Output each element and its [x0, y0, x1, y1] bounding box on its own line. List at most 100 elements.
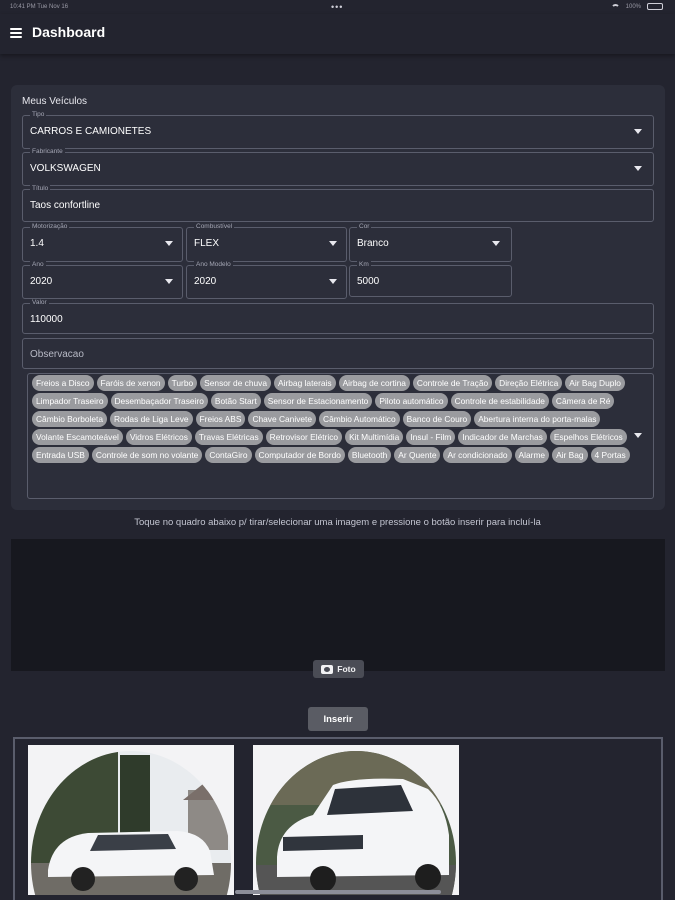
ano-select[interactable]: Ano 2020 [22, 261, 183, 299]
dropdown-arrow-icon [329, 279, 337, 284]
motorizacao-label: Motorização [30, 223, 70, 231]
option-chip: Freios ABS [195, 411, 246, 427]
fabricante-value: VOLKSWAGEN [30, 163, 101, 174]
option-chip: Abertura interna do porta-malas [474, 411, 601, 427]
combustivel-value: FLEX [194, 238, 220, 249]
observacao-input[interactable]: Observacao [22, 338, 654, 369]
option-chip: Turbo [167, 375, 198, 391]
option-chip: Kit Multimídia [345, 429, 404, 445]
option-chip: Controle de estabilidade [450, 393, 549, 409]
option-chip: ContaGiro [205, 447, 252, 463]
option-chip: Freios a Disco [32, 375, 94, 391]
option-chip: Câmbio Borboleta [32, 411, 108, 427]
valor-value: 110000 [30, 314, 63, 325]
inserir-button[interactable]: Inserir [308, 707, 368, 731]
observacao-placeholder: Observacao [30, 349, 84, 360]
cor-value: Branco [357, 238, 389, 249]
option-chip: Espelhos Elétricos [549, 429, 627, 445]
dropdown-arrow-icon [634, 129, 642, 134]
option-chip: Air Bag Duplo [565, 375, 625, 391]
fabricante-select[interactable]: Fabricante VOLKSWAGEN [22, 148, 654, 186]
titulo-value: Taos confortline [30, 200, 101, 211]
km-value: 5000 [357, 276, 380, 287]
option-chip: Vidros Elétricos [125, 429, 192, 445]
tipo-select[interactable]: Tipo CARROS E CAMIONETES [22, 111, 654, 149]
cor-label: Cor [357, 223, 372, 231]
option-chip: Travas Elétricas [194, 429, 263, 445]
status-time: 10:41 PM Tue Nov 16 [10, 4, 69, 10]
option-chip: Airbag laterais [274, 375, 336, 391]
image-gallery [13, 737, 663, 900]
dropdown-arrow-icon [492, 241, 500, 246]
option-chip: Bluetooth [347, 447, 392, 463]
camera-icon [321, 664, 334, 674]
option-chip: Piloto automático [375, 393, 448, 409]
option-chip: Desembaçador Traseiro [110, 393, 208, 409]
vehicle-photo-2 [253, 745, 459, 895]
section-title: Meus Veículos [22, 96, 88, 107]
wifi-icon [610, 3, 620, 10]
cor-select[interactable]: Cor Branco [349, 223, 512, 262]
option-chip: 4 Portas [590, 447, 630, 463]
option-chip: Retrovisor Elétrico [265, 429, 343, 445]
option-chip: Sensor de chuva [200, 375, 272, 391]
option-chip: Volante Escamoteável [32, 429, 123, 445]
image-hint-text: Toque no quadro abaixo p/ tirar/selecion… [134, 517, 541, 528]
vehicle-thumbnail[interactable] [253, 745, 459, 895]
battery-icon [647, 3, 663, 10]
dropdown-arrow-icon [329, 241, 337, 246]
dropdown-arrow-icon [165, 241, 173, 246]
ano-value: 2020 [30, 276, 53, 287]
option-chip: Controle de Tração [412, 375, 493, 391]
battery-percent: 100% [625, 3, 641, 10]
combustivel-select[interactable]: Combustível FLEX [186, 223, 347, 262]
multitasking-dots-icon[interactable]: ••• [331, 2, 343, 12]
option-chip: Indicador de Marchas [458, 429, 547, 445]
option-chip: Limpador Traseiro [32, 393, 108, 409]
valor-input[interactable]: Valor 110000 [22, 299, 654, 334]
combustivel-label: Combustível [194, 223, 235, 231]
foto-button-label: Foto [337, 664, 356, 674]
km-input[interactable]: Km 5000 [349, 261, 512, 297]
titulo-input[interactable]: Título Taos confortline [22, 185, 654, 222]
app-bar: Dashboard [0, 14, 675, 54]
option-chip: Air Bag [552, 447, 588, 463]
tipo-label: Tipo [30, 111, 47, 119]
option-chip: Insul - Film [406, 429, 456, 445]
valor-label: Valor [30, 299, 49, 307]
option-chip: Botão Start [210, 393, 261, 409]
option-chip: Entrada USB [32, 447, 89, 463]
option-chip: Ar Quente [394, 447, 441, 463]
motorizacao-value: 1.4 [30, 238, 44, 249]
opcionais-multiselect[interactable]: Freios a Disco Faróis de xenon Turbo Sensor… [27, 373, 654, 499]
hamburger-menu-icon[interactable] [10, 28, 22, 38]
option-chip: Controle de som no volante [91, 447, 203, 463]
ano-modelo-value: 2020 [194, 276, 217, 287]
vehicle-thumbnail[interactable] [28, 745, 234, 895]
home-indicator[interactable] [235, 890, 441, 894]
titulo-label: Título [30, 185, 51, 193]
option-chip: Banco de Couro [402, 411, 472, 427]
fabricante-label: Fabricante [30, 148, 65, 156]
status-bar: 10:41 PM Tue Nov 16 ••• 100% [0, 0, 675, 14]
option-chip: Computador de Bordo [254, 447, 345, 463]
image-picker-area[interactable] [11, 539, 665, 671]
option-chip: Sensor de Estacionamento [263, 393, 373, 409]
option-chip: Chave Canivete [248, 411, 317, 427]
page-title: Dashboard [32, 24, 106, 40]
ano-modelo-select[interactable]: Ano Modelo 2020 [186, 261, 347, 299]
ano-label: Ano [30, 261, 46, 269]
option-chip: Câmbio Automático [319, 411, 400, 427]
opcionais-chip-list: Freios a Disco Faróis de xenon Turbo Sensor… [32, 375, 630, 463]
ano-modelo-label: Ano Modelo [194, 261, 233, 269]
option-chip: Alarme [514, 447, 550, 463]
dropdown-arrow-icon [634, 433, 642, 438]
option-chip: Faróis de xenon [96, 375, 165, 391]
motorizacao-select[interactable]: Motorização 1.4 [22, 223, 183, 262]
option-chip: Câmera de Ré [551, 393, 615, 409]
foto-button[interactable]: Foto [313, 660, 364, 678]
dropdown-arrow-icon [634, 166, 642, 171]
option-chip: Ar condicionado [443, 447, 512, 463]
tipo-value: CARROS E CAMIONETES [30, 126, 152, 137]
option-chip: Rodas de Liga Leve [110, 411, 193, 427]
